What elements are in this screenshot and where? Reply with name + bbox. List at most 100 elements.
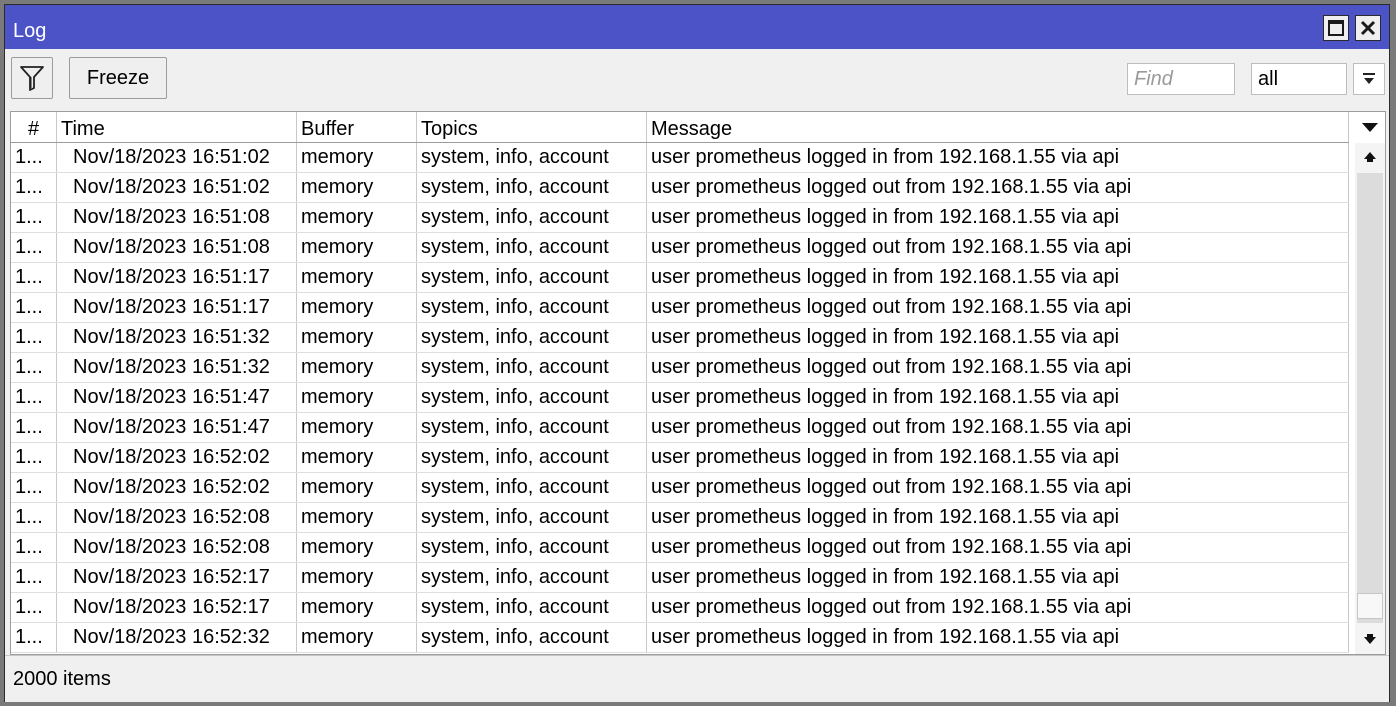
table-body: 1... Nov/18/2023 16:51:02 memory system, in… <box>11 143 1349 653</box>
topics-select-toggle[interactable] <box>1353 63 1385 95</box>
cell-message: user prometheus logged out from 192.168.… <box>647 593 1349 622</box>
item-count: 2000 items <box>13 668 111 690</box>
cell-time: Nov/18/2023 16:52:08 <box>57 503 297 532</box>
cell-number: 1... <box>11 533 57 562</box>
log-table: # Time Buffer Topics Message 1... Nov/18/… <box>10 111 1386 655</box>
freeze-button[interactable]: Freeze <box>69 57 167 99</box>
cell-time: Nov/18/2023 16:51:02 <box>57 173 297 202</box>
cell-buffer: memory <box>297 593 417 622</box>
scroll-down-button[interactable] <box>1355 625 1385 653</box>
cell-buffer: memory <box>297 173 417 202</box>
table-row[interactable]: 1... Nov/18/2023 16:52:32 memory system, in… <box>11 623 1349 653</box>
cell-message: user prometheus logged out from 192.168.… <box>647 473 1349 502</box>
close-button[interactable] <box>1355 15 1381 41</box>
table-row[interactable]: 1... Nov/18/2023 16:52:08 memory system, in… <box>11 503 1349 533</box>
cell-buffer: memory <box>297 203 417 232</box>
cell-number: 1... <box>11 173 57 202</box>
cell-topics: system, info, account <box>417 143 647 172</box>
cell-buffer: memory <box>297 263 417 292</box>
table-header: # Time Buffer Topics Message <box>11 112 1349 143</box>
table-row[interactable]: 1... Nov/18/2023 16:51:17 memory system, in… <box>11 263 1349 293</box>
cell-message: user prometheus logged in from 192.168.1… <box>647 263 1349 292</box>
cell-topics: system, info, account <box>417 413 647 442</box>
dropdown-arrow-icon <box>1362 123 1378 132</box>
topics-select[interactable]: all <box>1251 63 1347 95</box>
table-row[interactable]: 1... Nov/18/2023 16:51:47 memory system, in… <box>11 383 1349 413</box>
cell-buffer: memory <box>297 443 417 472</box>
cell-message: user prometheus logged out from 192.168.… <box>647 293 1349 322</box>
table-row[interactable]: 1... Nov/18/2023 16:51:32 memory system, in… <box>11 353 1349 383</box>
cell-message: user prometheus logged in from 192.168.1… <box>647 443 1349 472</box>
scroll-thumb[interactable] <box>1357 592 1383 619</box>
table-row[interactable]: 1... Nov/18/2023 16:52:08 memory system, in… <box>11 533 1349 563</box>
cell-topics: system, info, account <box>417 353 647 382</box>
cell-topics: system, info, account <box>417 473 647 502</box>
cell-number: 1... <box>11 563 57 592</box>
cell-time: Nov/18/2023 16:51:02 <box>57 143 297 172</box>
cell-topics: system, info, account <box>417 173 647 202</box>
cell-buffer: memory <box>297 233 417 262</box>
cell-time: Nov/18/2023 16:51:32 <box>57 323 297 352</box>
scroll-track[interactable] <box>1357 173 1383 623</box>
table-row[interactable]: 1... Nov/18/2023 16:52:02 memory system, in… <box>11 443 1349 473</box>
scroll-up-button[interactable] <box>1355 143 1385 171</box>
cell-message: user prometheus logged out from 192.168.… <box>647 173 1349 202</box>
table-row[interactable]: 1... Nov/18/2023 16:51:32 memory system, in… <box>11 323 1349 353</box>
cell-buffer: memory <box>297 563 417 592</box>
table-row[interactable]: 1... Nov/18/2023 16:51:08 memory system, in… <box>11 203 1349 233</box>
column-header-time[interactable]: Time <box>57 112 297 142</box>
column-header-number[interactable]: # <box>11 112 57 142</box>
cell-time: Nov/18/2023 16:52:17 <box>57 593 297 622</box>
cell-topics: system, info, account <box>417 503 647 532</box>
cell-buffer: memory <box>297 323 417 352</box>
cell-time: Nov/18/2023 16:51:08 <box>57 203 297 232</box>
cell-number: 1... <box>11 233 57 262</box>
cell-buffer: memory <box>297 473 417 502</box>
find-input[interactable] <box>1127 63 1235 95</box>
cell-time: Nov/18/2023 16:51:47 <box>57 383 297 412</box>
cell-number: 1... <box>11 473 57 502</box>
column-header-buffer[interactable]: Buffer <box>297 112 417 142</box>
toolbar: Freeze all <box>5 49 1389 107</box>
arrow-up-icon <box>1364 152 1376 162</box>
title-bar[interactable]: Log <box>5 5 1389 49</box>
cell-number: 1... <box>11 383 57 412</box>
cell-number: 1... <box>11 323 57 352</box>
cell-message: user prometheus logged in from 192.168.1… <box>647 203 1349 232</box>
cell-topics: system, info, account <box>417 623 647 652</box>
table-row[interactable]: 1... Nov/18/2023 16:52:17 memory system, in… <box>11 563 1349 593</box>
cell-number: 1... <box>11 413 57 442</box>
cell-topics: system, info, account <box>417 563 647 592</box>
arrow-down-icon <box>1364 634 1376 644</box>
log-window: Log Freeze all # Time Buffer Topics Mess… <box>4 4 1390 702</box>
table-row[interactable]: 1... Nov/18/2023 16:51:47 memory system, in… <box>11 413 1349 443</box>
table-row[interactable]: 1... Nov/18/2023 16:51:17 memory system, in… <box>11 293 1349 323</box>
maximize-button[interactable] <box>1323 15 1349 41</box>
cell-message: user prometheus logged in from 192.168.1… <box>647 623 1349 652</box>
table-row[interactable]: 1... Nov/18/2023 16:51:02 memory system, in… <box>11 143 1349 173</box>
cell-message: user prometheus logged in from 192.168.1… <box>647 503 1349 532</box>
column-menu-button[interactable] <box>1355 112 1385 142</box>
cell-message: user prometheus logged in from 192.168.1… <box>647 563 1349 592</box>
cell-topics: system, info, account <box>417 533 647 562</box>
filter-button[interactable] <box>11 57 53 99</box>
table-row[interactable]: 1... Nov/18/2023 16:51:08 memory system, in… <box>11 233 1349 263</box>
cell-buffer: memory <box>297 143 417 172</box>
cell-topics: system, info, account <box>417 233 647 262</box>
cell-topics: system, info, account <box>417 443 647 472</box>
table-row[interactable]: 1... Nov/18/2023 16:52:02 memory system, in… <box>11 473 1349 503</box>
table-row[interactable]: 1... Nov/18/2023 16:51:02 memory system, in… <box>11 173 1349 203</box>
cell-message: user prometheus logged out from 192.168.… <box>647 353 1349 382</box>
column-header-message[interactable]: Message <box>647 112 1349 142</box>
cell-message: user prometheus logged out from 192.168.… <box>647 233 1349 262</box>
vertical-scrollbar[interactable] <box>1355 143 1385 654</box>
filter-icon <box>20 66 44 91</box>
cell-topics: system, info, account <box>417 593 647 622</box>
cell-buffer: memory <box>297 533 417 562</box>
cell-message: user prometheus logged out from 192.168.… <box>647 413 1349 442</box>
cell-topics: system, info, account <box>417 323 647 352</box>
table-row[interactable]: 1... Nov/18/2023 16:52:17 memory system, in… <box>11 593 1349 623</box>
cell-number: 1... <box>11 353 57 382</box>
cell-message: user prometheus logged in from 192.168.1… <box>647 143 1349 172</box>
column-header-topics[interactable]: Topics <box>417 112 647 142</box>
